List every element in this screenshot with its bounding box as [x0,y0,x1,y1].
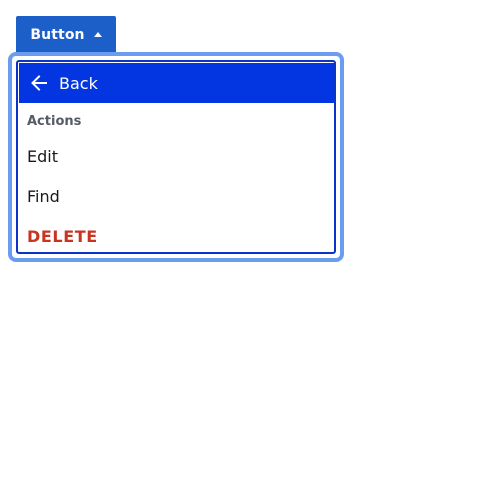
menu-item-delete[interactable]: DELETE [27,227,98,246]
menu-trigger-button[interactable]: Button [16,16,116,54]
menu-trigger-label: Button [30,27,85,43]
dropdown-menu: Back Actions Edit Find DELETE [16,60,336,254]
menu-item-back-label: Back [59,73,98,93]
page: Button Back Actions Edit Find DELETE [0,0,500,500]
menu-item-find[interactable]: Find [27,187,60,206]
caret-up-icon [93,31,102,37]
menu-section-heading: Actions [27,114,82,129]
menu-item-edit[interactable]: Edit [27,147,58,166]
menu-item-back[interactable]: Back [19,63,334,103]
menu-focus-ring: Back Actions Edit Find DELETE [8,52,344,262]
arrow-left-icon [29,73,49,93]
